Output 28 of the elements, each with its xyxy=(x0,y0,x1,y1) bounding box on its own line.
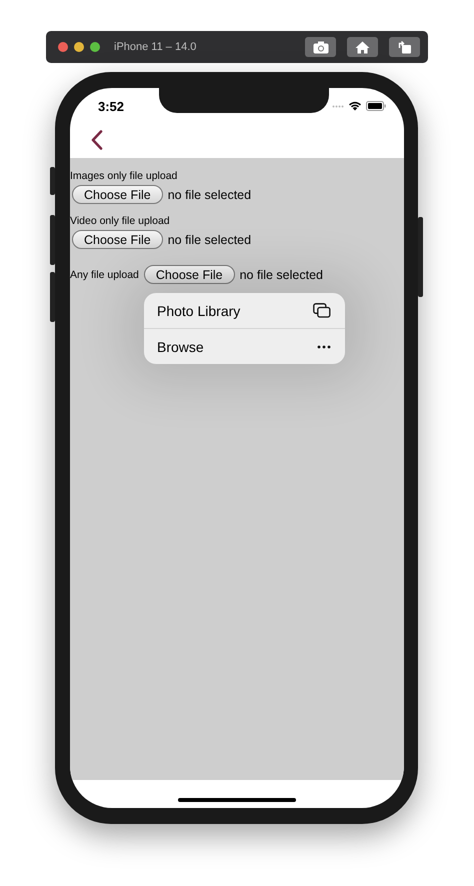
signal-icon xyxy=(332,104,344,108)
photos-icon xyxy=(313,303,331,318)
upload-label: Video only file upload xyxy=(70,215,171,227)
screenshot-button[interactable] xyxy=(305,37,336,57)
rotate-button[interactable] xyxy=(389,37,420,57)
battery-icon xyxy=(366,101,386,111)
choose-file-button[interactable]: Choose File xyxy=(72,185,163,204)
zoom-button[interactable] xyxy=(90,42,100,52)
more-icon xyxy=(317,344,331,348)
home-icon xyxy=(355,40,370,54)
menu-item[interactable]: Photo Library xyxy=(144,293,345,328)
rotate-icon xyxy=(398,40,412,54)
camera-icon xyxy=(312,40,328,54)
status-time: 3:52 xyxy=(98,98,124,114)
menu-item[interactable]: Browse xyxy=(144,328,345,364)
window-title: iPhone 11 – 14.0 xyxy=(114,41,196,53)
minimize-button[interactable] xyxy=(74,42,84,52)
choose-file-button[interactable]: Choose File xyxy=(144,265,235,284)
choose-file-button[interactable]: Choose File xyxy=(72,230,163,249)
upload-label: Images only file upload xyxy=(70,170,178,182)
file-status: no file selected xyxy=(168,232,252,246)
file-status: no file selected xyxy=(168,188,252,202)
close-button[interactable] xyxy=(58,42,68,52)
home-button[interactable] xyxy=(347,37,378,57)
back-icon[interactable] xyxy=(91,130,103,150)
wifi-icon xyxy=(348,101,362,111)
upload-label: Any file upload xyxy=(70,268,139,280)
file-status: no file selected xyxy=(240,268,323,282)
